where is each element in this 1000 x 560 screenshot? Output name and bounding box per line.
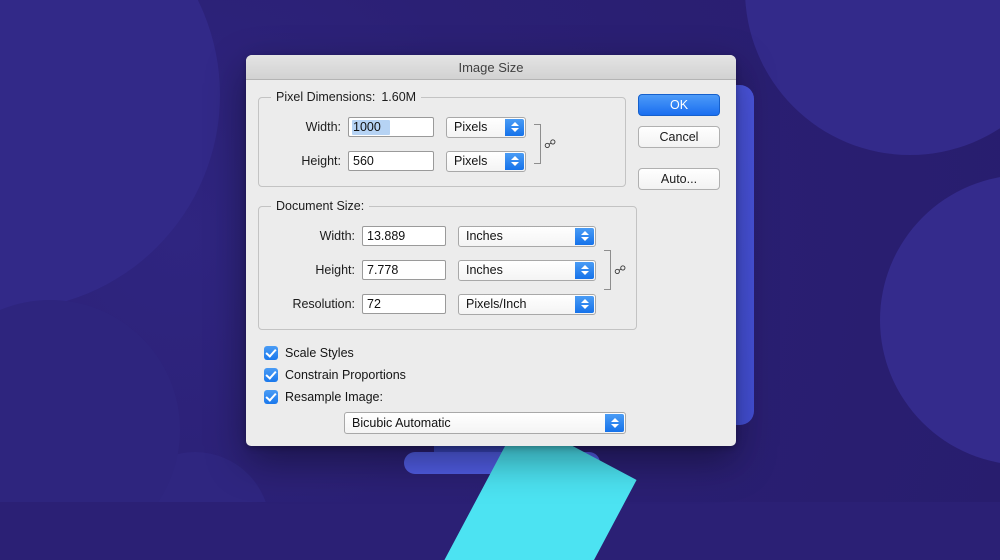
- constrain-proportions-checkbox[interactable]: [264, 368, 278, 382]
- auto-button[interactable]: Auto...: [638, 168, 720, 190]
- scale-styles-checkbox[interactable]: [264, 346, 278, 360]
- resample-method-label: Bicubic Automatic: [352, 416, 451, 430]
- pixel-width-input[interactable]: [348, 117, 434, 137]
- ok-button[interactable]: OK: [638, 94, 720, 116]
- dialog-titlebar: Image Size: [246, 55, 736, 80]
- document-resolution-row: Resolution: Pixels/Inch: [269, 291, 596, 317]
- resample-image-checkbox-row[interactable]: Resample Image:: [264, 386, 626, 408]
- background-circle: [880, 175, 1000, 465]
- document-width-row: Width: Inches: [269, 223, 596, 249]
- pixel-dimensions-legend: Pixel Dimensions: 1.60M: [271, 90, 421, 104]
- dialog-button-column: OK Cancel Auto...: [638, 90, 720, 434]
- pixel-dimensions-rows: Width: 1000 Pixels: [269, 114, 615, 174]
- stepper-arrows-icon[interactable]: [575, 295, 594, 313]
- background-circle: [0, 0, 220, 310]
- screen: Image Size Pixel Dimensions: 1.60M Width:: [0, 0, 1000, 560]
- bracket-icon: [534, 124, 541, 164]
- document-width-unit-label: Inches: [466, 229, 503, 243]
- pixel-dimensions-constrain-indicator: ☍: [534, 124, 556, 164]
- pixel-width-unit-dropdown[interactable]: Pixels: [446, 116, 526, 138]
- stepper-arrows-icon[interactable]: [505, 152, 524, 170]
- chain-link-icon: ☍: [544, 137, 557, 151]
- pixel-dimensions-group: Pixel Dimensions: 1.60M Width: 1000 1000…: [258, 90, 626, 187]
- document-height-row: Height: Inches: [269, 257, 596, 283]
- document-size-constrain-indicator: ☍: [604, 250, 626, 290]
- stepper-arrows-icon[interactable]: [505, 118, 524, 136]
- chain-link-icon: ☍: [614, 263, 627, 277]
- pixel-height-unit-label: Pixels: [454, 154, 488, 168]
- document-width-input[interactable]: [362, 226, 446, 246]
- document-height-label: Height:: [315, 263, 355, 277]
- pixel-width-label: Width:: [305, 120, 341, 134]
- pixel-dimensions-fields: Width: 1000 Pixels: [269, 114, 526, 174]
- constrain-proportions-checkbox-row[interactable]: Constrain Proportions: [264, 364, 626, 386]
- scale-styles-label: Scale Styles: [285, 346, 354, 360]
- bracket-icon: [604, 250, 611, 290]
- document-size-rows: Width: Inches Height:: [269, 223, 626, 317]
- dialog-left-column: Pixel Dimensions: 1.60M Width: 1000 1000…: [258, 90, 638, 434]
- pixel-height-label: Height:: [301, 154, 341, 168]
- dialog-title: Image Size: [458, 59, 524, 75]
- document-resolution-unit-dropdown[interactable]: Pixels/Inch: [458, 293, 596, 315]
- pixel-width-input-wrap: 1000: [348, 117, 434, 137]
- document-height-unit-dropdown[interactable]: Inches: [458, 259, 596, 281]
- pixel-height-input[interactable]: [348, 151, 434, 171]
- document-resolution-label: Resolution:: [292, 297, 355, 311]
- stepper-arrows-icon[interactable]: [575, 261, 594, 279]
- cancel-button[interactable]: Cancel: [638, 126, 720, 148]
- stepper-arrows-icon[interactable]: [605, 414, 624, 432]
- image-size-dialog: Image Size Pixel Dimensions: 1.60M Width:: [246, 55, 736, 446]
- pixel-height-unit-dropdown[interactable]: Pixels: [446, 150, 526, 172]
- document-resolution-unit-label: Pixels/Inch: [466, 297, 527, 311]
- pixel-width-row: Width: 1000 Pixels: [269, 114, 526, 140]
- document-size-fields: Width: Inches Height:: [269, 223, 596, 317]
- constrain-proportions-label: Constrain Proportions: [285, 368, 406, 382]
- scale-styles-checkbox-row[interactable]: Scale Styles: [264, 342, 626, 364]
- document-height-unit-label: Inches: [466, 263, 503, 277]
- pixel-dimensions-size: 1.60M: [381, 90, 417, 104]
- resample-method-row: Bicubic Automatic: [344, 412, 626, 434]
- document-size-label: Document Size:: [276, 199, 365, 213]
- pixel-width-unit-label: Pixels: [454, 120, 488, 134]
- document-size-legend: Document Size:: [271, 199, 369, 213]
- resample-method-dropdown[interactable]: Bicubic Automatic: [344, 412, 626, 434]
- document-height-input[interactable]: [362, 260, 446, 280]
- resample-image-label: Resample Image:: [285, 390, 383, 404]
- document-width-label: Width:: [319, 229, 355, 243]
- pixel-dimensions-label: Pixel Dimensions:: [276, 90, 376, 104]
- background-circle: [745, 0, 1000, 155]
- pixel-height-row: Height: Pixels: [269, 148, 526, 174]
- document-resolution-input[interactable]: [362, 294, 446, 314]
- document-size-group: Document Size: Width: Inches: [258, 199, 638, 330]
- document-width-unit-dropdown[interactable]: Inches: [458, 225, 596, 247]
- stepper-arrows-icon[interactable]: [575, 227, 594, 245]
- resample-image-checkbox[interactable]: [264, 390, 278, 404]
- dialog-body: Pixel Dimensions: 1.60M Width: 1000 1000…: [246, 80, 736, 446]
